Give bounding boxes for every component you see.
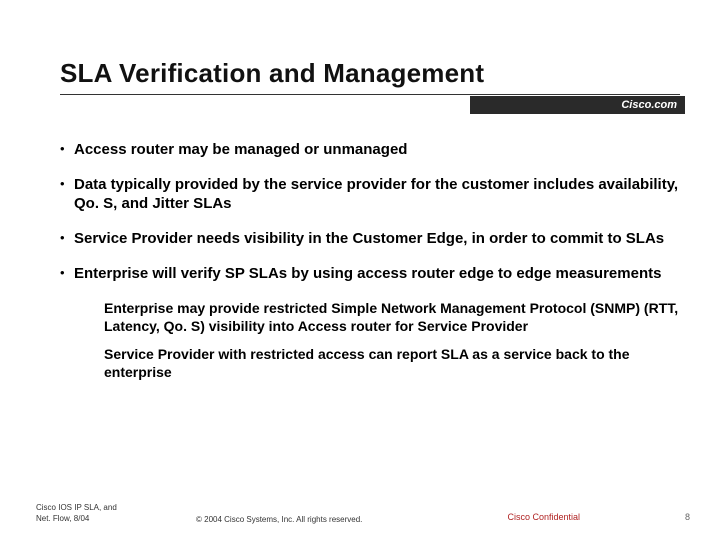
footer-left-line1: Cisco IOS IP SLA, and — [36, 503, 117, 512]
bullet-item: • Data typically provided by the service… — [60, 175, 680, 213]
bullet-icon: • — [60, 175, 74, 193]
bullet-text: Data typically provided by the service p… — [74, 175, 680, 213]
bullet-item: • Service Provider needs visibility in t… — [60, 229, 680, 248]
slide-title: SLA Verification and Management — [60, 58, 484, 89]
bullet-icon: • — [60, 229, 74, 247]
footer-confidential: Cisco Confidential — [507, 512, 580, 522]
footer-page: 8 — [685, 512, 690, 522]
slide: SLA Verification and Management Cisco.co… — [0, 0, 720, 540]
bullet-item: • Enterprise will verify SP SLAs by usin… — [60, 264, 680, 283]
brand-bar: Cisco.com — [470, 96, 685, 114]
bullet-icon: • — [60, 140, 74, 158]
footer: Cisco IOS IP SLA, and Net. Flow, 8/04 © … — [36, 498, 690, 524]
bullet-text: Enterprise will verify SP SLAs by using … — [74, 264, 680, 283]
bullet-text: Service Provider needs visibility in the… — [74, 229, 680, 248]
title-underline — [60, 94, 680, 95]
brand-label: Cisco.com — [621, 99, 677, 111]
content-area: • Access router may be managed or unmana… — [60, 140, 680, 391]
sub-bullet: Enterprise may provide restricted Simple… — [104, 299, 680, 335]
bullet-item: • Access router may be managed or unmana… — [60, 140, 680, 159]
sub-bullet: Service Provider with restricted access … — [104, 345, 680, 381]
footer-copyright: © 2004 Cisco Systems, Inc. All rights re… — [196, 515, 362, 524]
footer-left-line2: Net. Flow, 8/04 — [36, 514, 89, 523]
bullet-text: Access router may be managed or unmanage… — [74, 140, 680, 159]
footer-left: Cisco IOS IP SLA, and Net. Flow, 8/04 — [36, 502, 117, 524]
bullet-icon: • — [60, 264, 74, 282]
